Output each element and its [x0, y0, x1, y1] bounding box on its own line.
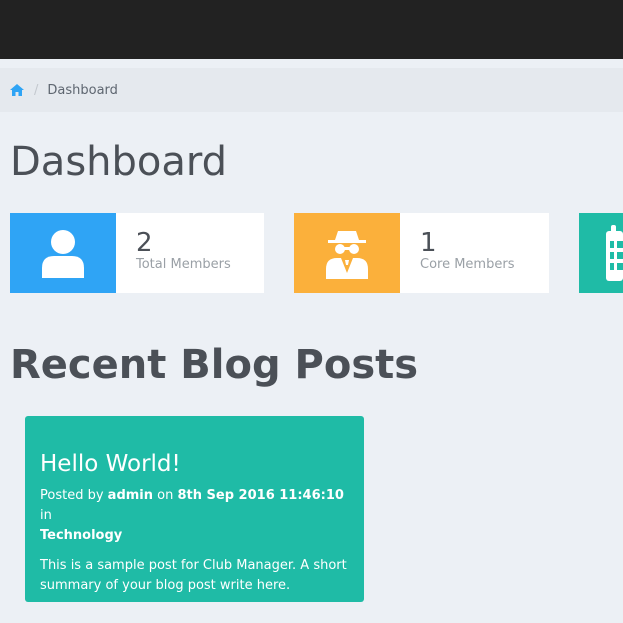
stat-card-total-members[interactable]: 2 Total Members — [10, 213, 264, 293]
post-summary: This is a sample post for Club Manager. … — [40, 558, 347, 593]
spy-icon — [294, 213, 400, 293]
post-title[interactable]: Hello World! — [40, 450, 349, 478]
user-icon — [10, 213, 116, 293]
stat-card-core-members[interactable]: 1 Core Members — [294, 213, 549, 293]
post-category[interactable]: Technology — [40, 528, 122, 543]
stat-label: Total Members — [136, 257, 231, 272]
breadcrumb: / Dashboard — [0, 68, 623, 112]
post-author[interactable]: admin — [108, 488, 153, 503]
breadcrumb-current: Dashboard — [47, 82, 118, 98]
page-title: Dashboard — [10, 139, 228, 185]
on-label: on — [157, 488, 174, 503]
posted-by-label: Posted by — [40, 488, 104, 503]
home-icon[interactable] — [10, 84, 24, 96]
stat-card-events[interactable] — [579, 213, 623, 293]
stat-value: 1 — [420, 228, 437, 258]
recent-blog-posts-title: Recent Blog Posts — [10, 342, 419, 388]
top-navbar — [0, 0, 623, 59]
stat-value: 2 — [136, 228, 153, 258]
breadcrumb-separator: / — [34, 82, 39, 98]
blog-post-card[interactable]: Hello World! Posted by admin on 8th Sep … — [25, 416, 364, 602]
calendar-icon — [579, 213, 623, 293]
post-date: 8th Sep 2016 11:46:10 — [177, 488, 344, 503]
stat-label: Core Members — [420, 257, 515, 272]
post-meta: Posted by admin on 8th Sep 2016 11:46:10… — [40, 486, 349, 546]
in-label: in — [40, 508, 52, 523]
